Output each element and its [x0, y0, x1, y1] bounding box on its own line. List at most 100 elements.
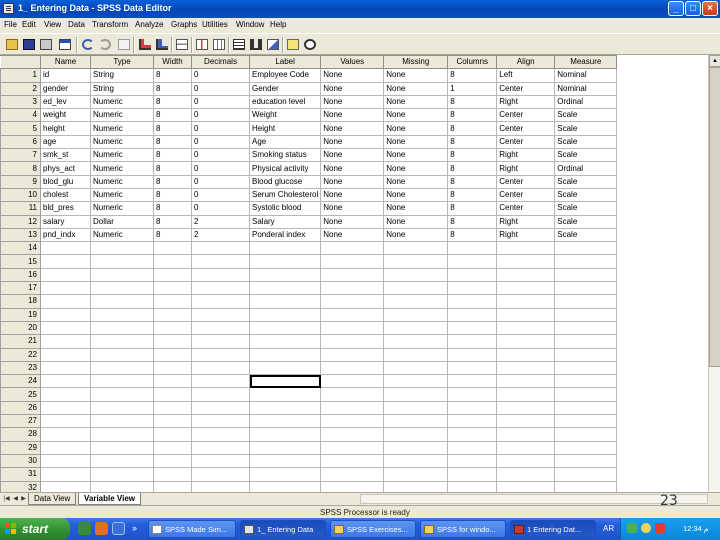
- cell-name[interactable]: smk_st: [40, 148, 91, 163]
- cell-type[interactable]: [90, 281, 154, 296]
- cell-columns[interactable]: [447, 453, 498, 469]
- taskbar-button-2[interactable]: 1_ Entering Data: [240, 520, 326, 538]
- cell-decimals[interactable]: 0: [191, 187, 250, 203]
- cell-missing[interactable]: None: [383, 174, 449, 189]
- horizontal-scrollbar[interactable]: [360, 494, 708, 504]
- scroll-up-icon[interactable]: ▲: [709, 55, 720, 67]
- cell-align[interactable]: Center: [496, 108, 556, 123]
- cell-name[interactable]: ed_lev: [40, 94, 91, 110]
- cell-decimals[interactable]: [191, 267, 250, 283]
- cell-name[interactable]: bld_pres: [40, 201, 91, 216]
- cell-columns[interactable]: [447, 281, 498, 296]
- taskbar-button-4[interactable]: SPSS for windo...: [420, 520, 506, 538]
- quick-launch-more[interactable]: »: [132, 523, 137, 533]
- insert-case-icon[interactable]: [174, 37, 190, 52]
- cell-align[interactable]: Center: [496, 81, 556, 96]
- cell-values[interactable]: [320, 254, 385, 269]
- show-all-variables-icon[interactable]: [302, 37, 318, 52]
- cell-decimals[interactable]: 2: [191, 214, 250, 229]
- first-tab-icon[interactable]: |◀: [2, 494, 11, 504]
- cell-missing[interactable]: [383, 360, 449, 376]
- cell-width[interactable]: [153, 307, 192, 322]
- cell-values[interactable]: [320, 347, 385, 362]
- cell-missing[interactable]: [383, 374, 449, 389]
- cell-missing[interactable]: None: [383, 68, 449, 83]
- cell-values[interactable]: [320, 360, 385, 376]
- cell-type[interactable]: [90, 427, 154, 442]
- row-number[interactable]: 25: [0, 387, 41, 402]
- cell-width[interactable]: 8: [153, 227, 192, 243]
- column-header-values[interactable]: Values: [320, 55, 385, 70]
- cell-missing[interactable]: None: [383, 187, 449, 203]
- cell-width[interactable]: [153, 453, 192, 469]
- cell-columns[interactable]: [447, 334, 498, 349]
- cell-measure[interactable]: Scale: [554, 174, 618, 189]
- menu-data[interactable]: Data: [68, 20, 85, 29]
- cell-align[interactable]: Right: [496, 148, 556, 163]
- cell-name[interactable]: [40, 254, 91, 269]
- cell-align[interactable]: [496, 294, 556, 309]
- menu-graphs[interactable]: Graphs: [171, 20, 197, 29]
- row-number[interactable]: 7: [0, 148, 41, 163]
- column-header-label[interactable]: Label: [248, 55, 322, 70]
- cell-width[interactable]: [153, 467, 192, 482]
- row-number[interactable]: 19: [0, 307, 41, 322]
- cell-measure[interactable]: [554, 414, 618, 429]
- cell-label[interactable]: Gender: [248, 81, 322, 96]
- cell-columns[interactable]: [447, 440, 498, 455]
- column-header-width[interactable]: Width: [153, 55, 192, 70]
- cell-columns[interactable]: 8: [447, 201, 498, 216]
- cell-type[interactable]: Numeric: [90, 121, 154, 136]
- row-number[interactable]: 31: [0, 467, 41, 482]
- cell-columns[interactable]: [447, 374, 498, 389]
- row-number[interactable]: 9: [0, 174, 41, 189]
- cell-align[interactable]: [496, 480, 556, 492]
- row-number[interactable]: 6: [0, 134, 41, 150]
- cell-decimals[interactable]: 2: [191, 227, 250, 243]
- cell-name[interactable]: [40, 241, 91, 256]
- cell-values[interactable]: None: [320, 174, 385, 189]
- quick-launch-media-icon[interactable]: [95, 522, 108, 535]
- column-header-type[interactable]: Type: [90, 55, 154, 70]
- cell-decimals[interactable]: 0: [191, 108, 250, 123]
- cell-type[interactable]: [90, 254, 154, 269]
- row-number[interactable]: 21: [0, 334, 41, 349]
- cell-values[interactable]: [320, 453, 385, 469]
- cell-label[interactable]: [248, 320, 322, 336]
- row-number[interactable]: 18: [0, 294, 41, 309]
- cell-label[interactable]: Smoking status: [248, 148, 322, 163]
- cell-width[interactable]: [153, 360, 192, 376]
- cell-align[interactable]: [496, 360, 556, 376]
- row-number[interactable]: 22: [0, 347, 41, 362]
- cell-measure[interactable]: [554, 360, 618, 376]
- cell-decimals[interactable]: 0: [191, 161, 250, 176]
- cell-type[interactable]: String: [90, 81, 154, 96]
- quick-launch-browser-icon[interactable]: [112, 522, 125, 535]
- row-number[interactable]: 23: [0, 360, 41, 376]
- cell-columns[interactable]: 8: [447, 148, 498, 163]
- cell-columns[interactable]: 8: [447, 121, 498, 136]
- cell-width[interactable]: 8: [153, 187, 192, 203]
- cell-values[interactable]: [320, 400, 385, 416]
- cell-columns[interactable]: 8: [447, 161, 498, 176]
- cell-type[interactable]: [90, 241, 154, 256]
- cell-measure[interactable]: [554, 307, 618, 322]
- row-number[interactable]: 10: [0, 187, 41, 203]
- cell-missing[interactable]: None: [383, 201, 449, 216]
- cell-align[interactable]: [496, 334, 556, 349]
- cell-missing[interactable]: [383, 320, 449, 336]
- goto-case-icon[interactable]: [116, 37, 132, 52]
- cell-name[interactable]: pnd_indx: [40, 227, 91, 243]
- cell-decimals[interactable]: [191, 480, 250, 492]
- cell-label[interactable]: [248, 427, 322, 442]
- cell-type[interactable]: [90, 400, 154, 416]
- cell-missing[interactable]: [383, 241, 449, 256]
- cell-values[interactable]: None: [320, 161, 385, 176]
- cell-columns[interactable]: [447, 307, 498, 322]
- cell-width[interactable]: [153, 414, 192, 429]
- row-number[interactable]: 5: [0, 121, 41, 136]
- column-header-columns[interactable]: Columns: [447, 55, 498, 70]
- cell-name[interactable]: blod_glu: [40, 174, 91, 189]
- row-number[interactable]: 15: [0, 254, 41, 269]
- column-header-name[interactable]: Name: [40, 55, 91, 70]
